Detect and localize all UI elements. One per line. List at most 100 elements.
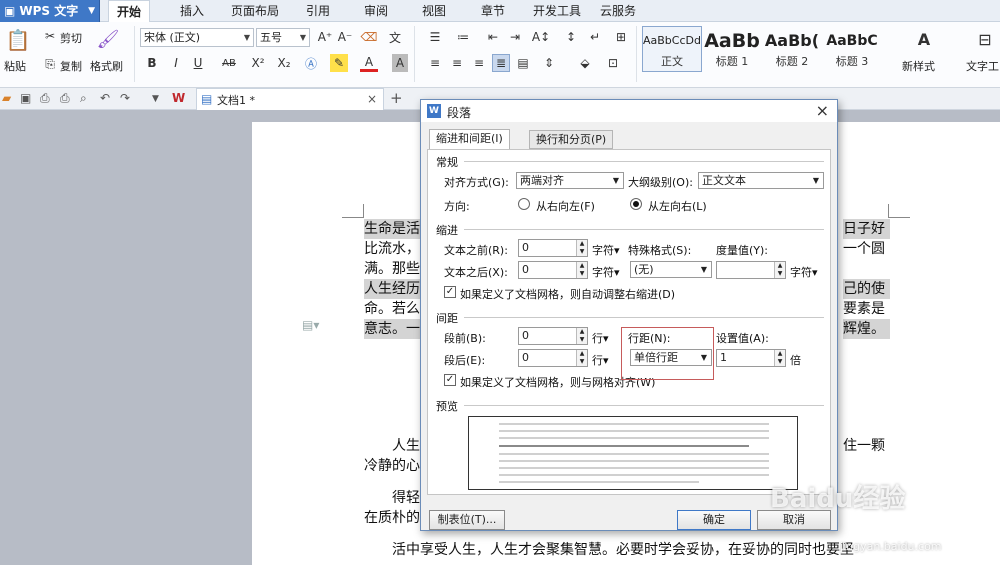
before-text-input[interactable]: 0 ▲ ▼	[518, 239, 588, 257]
unit-char-dropdown[interactable]: 字符▾	[790, 264, 818, 280]
text-effect-icon[interactable]: Ⓐ	[302, 54, 320, 72]
special-format-select[interactable]: (无) ▼	[630, 261, 712, 278]
chevron-down-icon[interactable]: ▼	[152, 94, 159, 104]
bold-icon[interactable]: B	[144, 54, 160, 72]
close-icon[interactable]: ×	[816, 101, 829, 120]
outline-level-select[interactable]: 正文文本 ▼	[698, 172, 824, 189]
text-tool-icon[interactable]: ⊟	[974, 28, 996, 50]
save-icon[interactable]: ▣	[20, 91, 31, 105]
print-preview-icon[interactable]: ⌕	[80, 91, 87, 106]
space-before-input[interactable]: 0 ▲ ▼	[518, 327, 588, 345]
decrease-indent-icon[interactable]: ⇤	[484, 28, 502, 46]
document-tab[interactable]: ▤ 文档1 * ×	[196, 88, 384, 110]
text-tool-button[interactable]: 文字工	[966, 58, 999, 74]
ok-button[interactable]: 确定	[677, 510, 751, 530]
superscript-icon[interactable]: X²	[248, 54, 268, 72]
tab-line-page-breaks[interactable]: 换行和分页(P)	[529, 130, 614, 149]
font-name-select[interactable]: 宋体 (正文) ▼	[140, 28, 254, 47]
scissors-icon[interactable]: ✂	[42, 28, 58, 44]
distribute-icon[interactable]: ▤	[514, 54, 532, 72]
export-pdf-icon[interactable]: ⎙	[40, 91, 50, 106]
tab-developer[interactable]: 开发工具	[533, 0, 581, 22]
paste-button[interactable]: 粘贴	[4, 58, 26, 74]
ltr-radio[interactable]	[630, 198, 642, 210]
app-menu-button[interactable]: ▣ WPS 文字 ▼	[0, 0, 100, 22]
style-heading-3[interactable]: AaBbC 标题 3	[822, 26, 882, 72]
font-size-select[interactable]: 五号 ▼	[256, 28, 310, 47]
print-icon[interactable]: ⎙	[60, 91, 70, 106]
underline-icon[interactable]: U	[190, 54, 206, 72]
style-heading-1[interactable]: AaBb 标题 1	[702, 26, 762, 72]
show-marks-icon[interactable]: ↵	[586, 28, 604, 46]
grid-snap-checkbox[interactable]: ✓	[444, 374, 456, 386]
increase-indent-icon[interactable]: ⇥	[506, 28, 524, 46]
align-center-icon[interactable]: ≡	[448, 54, 466, 72]
ltr-label[interactable]: 从左向右(L)	[648, 198, 707, 214]
spinner-arrows-icon[interactable]: ▲ ▼	[576, 328, 587, 344]
space-after-input[interactable]: 0 ▲ ▼	[518, 349, 588, 367]
tab-stops-button[interactable]: 制表位(T)...	[429, 510, 505, 530]
phonetic-icon[interactable]: 文	[384, 28, 406, 46]
unit-line-dropdown[interactable]: 行▾	[592, 352, 609, 368]
border-icon[interactable]: ⊡	[604, 54, 622, 72]
spinner-arrows-icon[interactable]: ▲ ▼	[576, 240, 587, 256]
align-justify-icon[interactable]: ≣	[492, 54, 510, 72]
cut-button[interactable]: 剪切	[60, 30, 82, 46]
char-shading-icon[interactable]: A	[392, 54, 408, 72]
numbered-list-icon[interactable]: ≔	[452, 28, 474, 46]
table-icon[interactable]: ⊞	[612, 28, 630, 46]
align-right-icon[interactable]: ≡	[470, 54, 488, 72]
new-tab-icon[interactable]: +	[390, 89, 403, 107]
tab-view[interactable]: 视图	[422, 0, 446, 22]
redo-icon[interactable]: ↷	[120, 91, 130, 105]
copy-icon[interactable]: ⎘	[42, 56, 58, 72]
measure-input[interactable]: ▲ ▼	[716, 261, 786, 279]
style-normal[interactable]: AaBbCcDd 正文	[642, 26, 702, 72]
subscript-icon[interactable]: X₂	[274, 54, 294, 72]
undo-icon[interactable]: ↶	[100, 91, 110, 105]
spinner-arrows-icon[interactable]: ▲ ▼	[774, 262, 785, 278]
setting-input[interactable]: 1 ▲ ▼	[716, 349, 786, 367]
paste-icon[interactable]: 📋	[6, 28, 31, 52]
after-text-input[interactable]: 0 ▲ ▼	[518, 261, 588, 279]
tab-insert[interactable]: 插入	[180, 0, 204, 22]
tab-references[interactable]: 引用	[306, 0, 330, 22]
open-folder-icon[interactable]: ▰	[2, 91, 11, 105]
spinner-arrows-icon[interactable]: ▲ ▼	[576, 350, 587, 366]
spinner-arrows-icon[interactable]: ▲ ▼	[576, 262, 587, 278]
tab-indents-spacing[interactable]: 缩进和间距(I)	[429, 129, 510, 150]
grid-indent-label[interactable]: 如果定义了文档网格，则自动调整右缩进(D)	[460, 286, 675, 302]
dialog-titlebar[interactable]: W 段落 ×	[421, 100, 837, 122]
format-painter-icon[interactable]: 🖌	[96, 28, 120, 50]
unit-line-dropdown[interactable]: 行▾	[592, 330, 609, 346]
rtl-label[interactable]: 从右向左(F)	[536, 198, 595, 214]
paragraph-spacing-icon[interactable]: ⇕	[540, 54, 558, 72]
align-left-icon[interactable]: ≡	[426, 54, 444, 72]
shading-icon[interactable]: ⬙	[576, 54, 594, 72]
italic-icon[interactable]: I	[168, 54, 184, 72]
unit-char-dropdown[interactable]: 字符▾	[592, 242, 620, 258]
tab-page-layout[interactable]: 页面布局	[231, 0, 279, 22]
line-spacing-icon[interactable]: A↕	[530, 28, 552, 46]
new-style-button[interactable]: 新样式	[902, 58, 935, 74]
tab-review[interactable]: 审阅	[364, 0, 388, 22]
tab-cloud[interactable]: 云服务	[600, 0, 636, 22]
spinner-arrows-icon[interactable]: ▲ ▼	[774, 350, 785, 366]
style-heading-2[interactable]: AaBb(标题 2	[762, 26, 822, 72]
tab-chapter[interactable]: 章节	[481, 0, 505, 22]
format-painter-button[interactable]: 格式刷	[90, 58, 123, 74]
sort-icon[interactable]: ↕	[562, 28, 580, 46]
alignment-select[interactable]: 两端对齐 ▼	[516, 172, 624, 189]
highlight-icon[interactable]: ✎	[330, 54, 348, 72]
strikethrough-icon[interactable]: AB	[218, 54, 240, 72]
tab-home[interactable]: 开始	[108, 0, 151, 23]
bullet-list-icon[interactable]: ☰	[424, 28, 446, 46]
new-style-icon[interactable]: A	[912, 28, 936, 50]
paragraph-handle-icon[interactable]: ▤▾	[302, 318, 319, 332]
wps-home-icon[interactable]: W	[172, 91, 185, 105]
grow-font-icon[interactable]: A⁺	[316, 28, 334, 46]
font-color-icon[interactable]: A	[360, 54, 378, 72]
close-icon[interactable]: ×	[367, 92, 377, 106]
rtl-radio[interactable]	[518, 198, 530, 210]
unit-char-dropdown[interactable]: 字符▾	[592, 264, 620, 280]
